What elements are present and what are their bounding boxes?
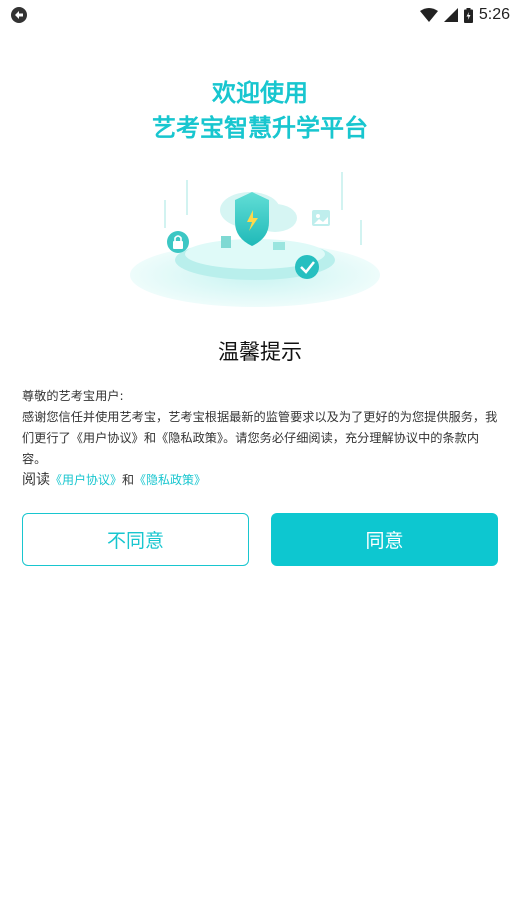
status-time: 5:26 [478, 6, 510, 23]
and-text: 和 [122, 473, 135, 487]
agree-button[interactable]: 同意 [271, 513, 498, 566]
notice-text: 尊敬的艺考宝用户: 感谢您信任并使用艺考宝，艺考宝根据最新的监管要求以及为了更好… [22, 386, 500, 491]
read-line: 阅读《用户协议》和《隐私政策》 [22, 470, 500, 491]
security-shield-illustration [130, 172, 380, 307]
battery-icon [463, 7, 473, 23]
sync-icon [11, 7, 27, 23]
dialog-title: 温馨提示 [218, 340, 302, 364]
notice-greeting: 尊敬的艺考宝用户: [22, 389, 124, 403]
welcome-header: 欢迎使用 艺考宝智慧升学平台 [0, 76, 520, 146]
notice-body: 感谢您信任并使用艺考宝，艺考宝根据最新的监管要求以及为了更好的为您提供服务，我们… [22, 410, 498, 466]
read-label: 阅读 [22, 472, 50, 488]
privacy-policy-link[interactable]: 《隐私政策》 [134, 473, 206, 487]
welcome-line-1: 欢迎使用 [212, 79, 308, 107]
user-agreement-link[interactable]: 《用户协议》 [50, 473, 122, 487]
status-bar: 5:26 [0, 0, 520, 30]
disagree-button[interactable]: 不同意 [22, 513, 249, 566]
welcome-line-2: 艺考宝智慧升学平台 [152, 114, 368, 142]
signal-icon [443, 8, 458, 22]
status-icons: 5:26 [419, 4, 510, 26]
wifi-icon [419, 8, 438, 22]
